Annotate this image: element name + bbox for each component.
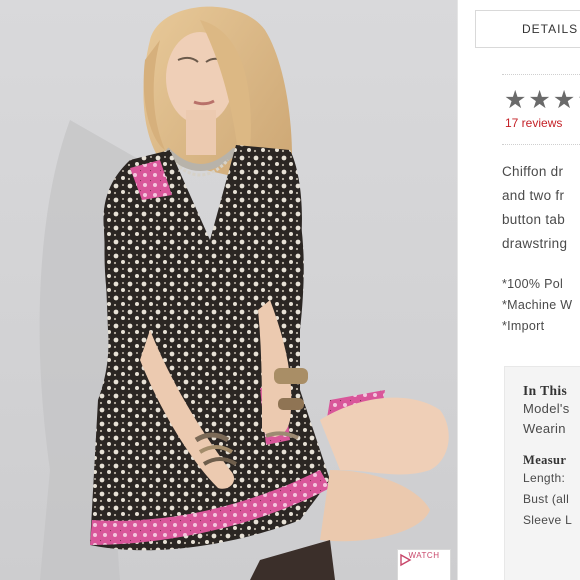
description-line: drawstring: [502, 236, 568, 251]
measurement-line: Bust (all: [523, 492, 570, 506]
divider: [502, 74, 580, 75]
measurement-line: Sleeve L: [523, 513, 573, 527]
fit-info-box: In This Model's Wearin Measur Length: Bu…: [504, 366, 580, 580]
description-line: button tab: [502, 212, 566, 227]
rating-stars-icon: ★★★★★: [504, 86, 580, 114]
reviews-link[interactable]: 17 reviews: [505, 116, 562, 130]
spec-line: *Import: [502, 319, 545, 333]
product-specs: *100% Pol *Machine W *Import: [502, 274, 572, 337]
tab-details[interactable]: DETAILS: [475, 10, 580, 48]
fit-line: Model's: [523, 401, 570, 416]
measurement-line: Length:: [523, 471, 566, 485]
play-triangle-icon: [400, 553, 412, 567]
divider: [502, 144, 580, 145]
fit-heading: In This: [523, 383, 568, 398]
product-photo[interactable]: WATCH: [0, 0, 458, 580]
product-description: Chiffon dr and two fr button tab drawstr…: [502, 160, 580, 256]
measurements-heading: Measur: [523, 453, 567, 467]
spec-line: *100% Pol: [502, 277, 564, 291]
description-line: and two fr: [502, 188, 565, 203]
watch-video-button[interactable]: WATCH: [397, 549, 451, 580]
model-illustration: [39, 6, 449, 580]
spec-line: *Machine W: [502, 298, 573, 312]
fit-line: Wearin: [523, 421, 566, 436]
description-line: Chiffon dr: [502, 164, 564, 179]
details-panel: DETAILS ★★★★★ 17 reviews Chiffon dr and …: [458, 0, 580, 580]
